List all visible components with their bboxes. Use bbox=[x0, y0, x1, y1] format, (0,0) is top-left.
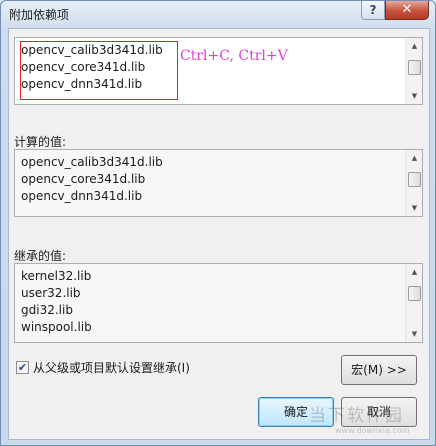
vertical-scrollbar[interactable]: ▲ ▼ bbox=[405, 150, 422, 216]
dialog-window: 附加依赖项 ? ✕ opencv_calib3d341d.lib opencv_… bbox=[0, 0, 436, 446]
inherit-checkbox-label: 从父级或项目默认设置继承(I) bbox=[33, 361, 190, 375]
inherited-lines: kernel32.lib user32.lib gdi32.lib winspo… bbox=[21, 268, 92, 336]
scroll-thumb[interactable] bbox=[408, 60, 421, 75]
scroll-down-arrow-icon[interactable]: ▼ bbox=[406, 88, 423, 104]
ok-button[interactable]: 确定 bbox=[258, 397, 334, 427]
list-item: kernel32.lib bbox=[21, 269, 92, 283]
scroll-up-arrow-icon[interactable]: ▲ bbox=[406, 150, 423, 166]
macro-button[interactable]: 宏(M) >> bbox=[341, 355, 417, 385]
annotation-text: Ctrl+C, Ctrl+V bbox=[180, 48, 288, 64]
cancel-button[interactable]: 取消 bbox=[341, 397, 417, 427]
highlight-box bbox=[20, 41, 178, 100]
scroll-up-arrow-icon[interactable]: ▲ bbox=[406, 38, 423, 54]
scroll-down-arrow-icon[interactable]: ▼ bbox=[406, 326, 423, 342]
computed-values-box[interactable]: opencv_calib3d341d.lib opencv_core341d.l… bbox=[14, 149, 423, 217]
window-title: 附加依赖项 bbox=[9, 8, 70, 22]
vertical-scrollbar[interactable]: ▲ ▼ bbox=[405, 264, 422, 342]
list-item: opencv_dnn341d.lib bbox=[21, 189, 143, 203]
vertical-scrollbar[interactable]: ▲ ▼ bbox=[405, 38, 422, 104]
dialog-client-area: opencv_calib3d341d.lib opencv_core341d.l… bbox=[8, 28, 430, 440]
list-item: user32.lib bbox=[21, 286, 81, 300]
inherit-checkbox-row[interactable]: ✔ 从父级或项目默认设置继承(I) bbox=[16, 359, 190, 376]
title-bar[interactable]: 附加依赖项 ? ✕ bbox=[1, 1, 435, 27]
inherited-values-box[interactable]: kernel32.lib user32.lib gdi32.lib winspo… bbox=[14, 263, 423, 343]
list-item: gdi32.lib bbox=[21, 303, 73, 317]
close-button[interactable]: ✕ bbox=[385, 1, 429, 20]
inherit-checkbox[interactable]: ✔ bbox=[16, 361, 29, 374]
help-button[interactable]: ? bbox=[361, 1, 385, 20]
dependencies-edit-box[interactable]: opencv_calib3d341d.lib opencv_core341d.l… bbox=[14, 37, 423, 105]
computed-values-label: 计算的值: bbox=[14, 135, 67, 149]
inherited-values-label: 继承的值: bbox=[14, 249, 67, 263]
scroll-thumb[interactable] bbox=[408, 286, 421, 301]
computed-lines: opencv_calib3d341d.lib opencv_core341d.l… bbox=[21, 154, 163, 205]
watermark-url: www.downxia.com bbox=[335, 426, 410, 435]
scroll-down-arrow-icon[interactable]: ▼ bbox=[406, 200, 423, 216]
scroll-up-arrow-icon[interactable]: ▲ bbox=[406, 264, 423, 280]
list-item: opencv_core341d.lib bbox=[21, 172, 146, 186]
list-item: winspool.lib bbox=[21, 320, 92, 334]
scroll-thumb[interactable] bbox=[408, 172, 421, 187]
list-item: opencv_calib3d341d.lib bbox=[21, 155, 163, 169]
